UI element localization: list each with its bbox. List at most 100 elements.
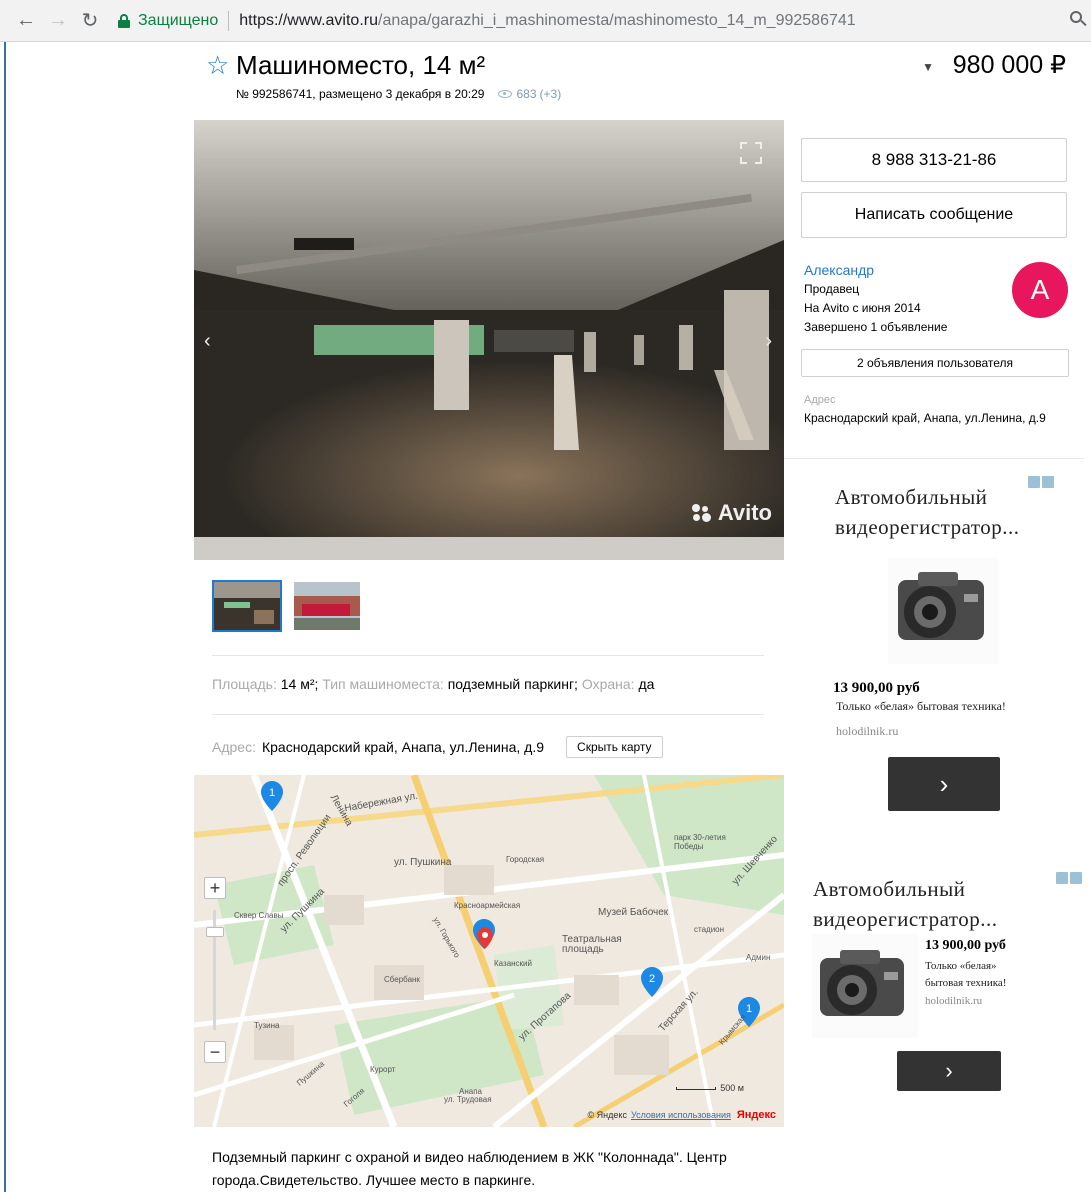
adchoices-icon[interactable] (1056, 872, 1082, 884)
map-label: Анапа (459, 1087, 482, 1096)
pin-label: 2 (649, 973, 655, 985)
thumbnail-2[interactable] (292, 580, 362, 632)
address-separator (228, 10, 230, 31)
views-counter: 683 (+3) (498, 87, 561, 101)
map-label: Городская (506, 855, 545, 864)
param-value: 14 м²; (280, 676, 319, 692)
thumbnail-image (214, 582, 280, 630)
map-terms-link[interactable]: Условия использования (631, 1110, 731, 1120)
back-arrow-icon[interactable]: ← (10, 5, 42, 37)
seller-since: На Avito с июня 2014 (804, 301, 921, 315)
page-title: Машиноместо, 14 м² (236, 50, 486, 80)
param-value: да (638, 676, 655, 692)
param-value: подземный паркинг; (447, 676, 578, 692)
address-value: Краснодарский край, Анапа, ул.Ленина, д.… (261, 739, 545, 755)
ad-domain[interactable]: holodilnik.ru (836, 724, 898, 739)
camera-icon[interactable] (888, 558, 998, 664)
map-pin-icon[interactable]: 2 (641, 967, 663, 997)
window-edge (4, 42, 6, 1192)
divider (784, 458, 1084, 459)
map-label: ул. Пушкина (394, 857, 452, 868)
map-label: Админ (746, 953, 771, 962)
url-host: https://www.avito.ru (239, 11, 378, 29)
url-path: /anapa/garazhi_i_mashinomesta/mashinomes… (378, 11, 856, 29)
side-address: Краснодарский край, Анапа, ул.Ленина, д.… (804, 411, 1046, 425)
ad-domain[interactable]: holodilnik.ru (925, 995, 982, 1007)
watermark-text: Avito (717, 500, 772, 525)
show-phone-button[interactable]: 8 988 313-21-86 (801, 138, 1067, 182)
seller-name-link[interactable]: Александр (804, 262, 874, 278)
main-photo[interactable]: ‹ › Avito (194, 120, 784, 560)
secure-label: Защищено (138, 11, 219, 29)
zoom-slider-handle[interactable] (206, 927, 224, 937)
listing-number-date: № 992586741, размещено 3 декабря в 20:29 (236, 87, 485, 101)
avito-watermark: Avito (691, 500, 772, 526)
ad-heading[interactable]: Автомобильный видеорегистратор... (813, 874, 1028, 934)
seller-role: Продавец (804, 282, 860, 296)
map-copyright: © Яндекс (587, 1110, 627, 1120)
camera-icon[interactable] (812, 934, 918, 1038)
prev-photo-icon[interactable]: ‹ (204, 330, 211, 353)
price-dropdown-icon[interactable]: ▼ (922, 60, 934, 74)
ad-text: Только «белая» бытовая техника! (925, 960, 1007, 989)
views-delta: (+3) (539, 87, 562, 101)
side-address-label: Адрес (804, 394, 836, 406)
map-footer: © Яндекс Условия использования Яндекс (588, 1109, 776, 1121)
zoom-in-button[interactable]: + (204, 877, 226, 899)
eye-icon (498, 90, 513, 98)
search-icon[interactable] (1069, 10, 1087, 28)
map-label: ул. Трудовая (444, 1095, 492, 1104)
reload-icon[interactable]: ↻ (74, 5, 106, 37)
thumbnail-image (294, 582, 360, 630)
map-canvas (194, 775, 784, 1127)
ad-text: Только «белая» бытовая техника! (836, 699, 1006, 713)
fullscreen-icon[interactable] (740, 142, 762, 164)
map-label: Курорт (370, 1065, 396, 1074)
divider (212, 714, 764, 715)
map-label: Красноармейская (454, 901, 521, 910)
divider (212, 655, 764, 656)
avito-logo-icon (691, 504, 712, 522)
favorite-star-icon[interactable]: ☆ (206, 52, 229, 78)
avatar[interactable]: A (1012, 262, 1068, 318)
listing-price[interactable]: 980 000 ₽ (953, 50, 1066, 80)
ad-open-button[interactable]: › (897, 1051, 1001, 1091)
browser-toolbar: ← → ↻ Защищено https://www.avito.ru/anap… (0, 0, 1091, 42)
next-photo-icon[interactable]: › (765, 330, 772, 353)
map-scale: 500 м (676, 1083, 744, 1093)
param-label: Охрана: (581, 676, 635, 692)
zoom-out-button[interactable]: − (204, 1041, 226, 1063)
listing-description: Подземный паркинг с охраной и видео набл… (212, 1149, 727, 1188)
map-label: парк 30-летия Победы (674, 833, 726, 851)
thumbnail-1[interactable] (212, 580, 282, 632)
map[interactable]: 1 2 1 Набережная ул. Ленина ул. Пушкина … (194, 775, 784, 1127)
ad-heading[interactable]: Автомобильный видеорегистратор... (835, 482, 1045, 542)
title-row: ☆ Машиноместо, 14 м² ▼ 980 000 ₽ (206, 46, 1076, 86)
scale-label: 500 м (720, 1083, 744, 1093)
photo-strip (194, 537, 784, 560)
map-label: Казанский (494, 959, 532, 968)
map-label: Тузина (254, 1021, 280, 1030)
seller-completed: Завершено 1 объявление (804, 320, 948, 334)
hide-map-button[interactable]: Скрыть карту (566, 736, 663, 758)
views-count: 683 (516, 87, 537, 101)
params-line: Площадь: 14 м²; Тип машиноместа: подземн… (212, 676, 654, 692)
map-pin-icon[interactable]: 1 (261, 781, 283, 811)
yandex-logo[interactable]: Яндекс (737, 1109, 776, 1121)
write-message-button[interactable]: Написать сообщение (801, 192, 1067, 238)
ad-price: 13 900,00 руб (833, 680, 920, 696)
lock-icon (118, 13, 130, 28)
map-label: стадион (694, 925, 725, 934)
address-label: Адрес: (212, 739, 256, 755)
ad-price: 13 900,00 руб (925, 938, 1006, 953)
address-bar[interactable]: Защищено https://www.avito.ru/anapa/gara… (118, 6, 856, 36)
map-label: Сбербанк (384, 975, 420, 984)
listing-meta: № 992586741, размещено 3 декабря в 20:29… (236, 87, 561, 101)
forward-arrow-icon[interactable]: → (42, 5, 74, 37)
user-ads-button[interactable]: 2 объявления пользователя (801, 349, 1069, 377)
ad-open-button[interactable]: › (888, 757, 1000, 811)
location-marker-icon (477, 927, 493, 949)
map-label: Музей Бабочек (598, 907, 669, 918)
param-label: Площадь: (212, 676, 277, 692)
address-line: Адрес: Краснодарский край, Анапа, ул.Лен… (212, 736, 663, 758)
